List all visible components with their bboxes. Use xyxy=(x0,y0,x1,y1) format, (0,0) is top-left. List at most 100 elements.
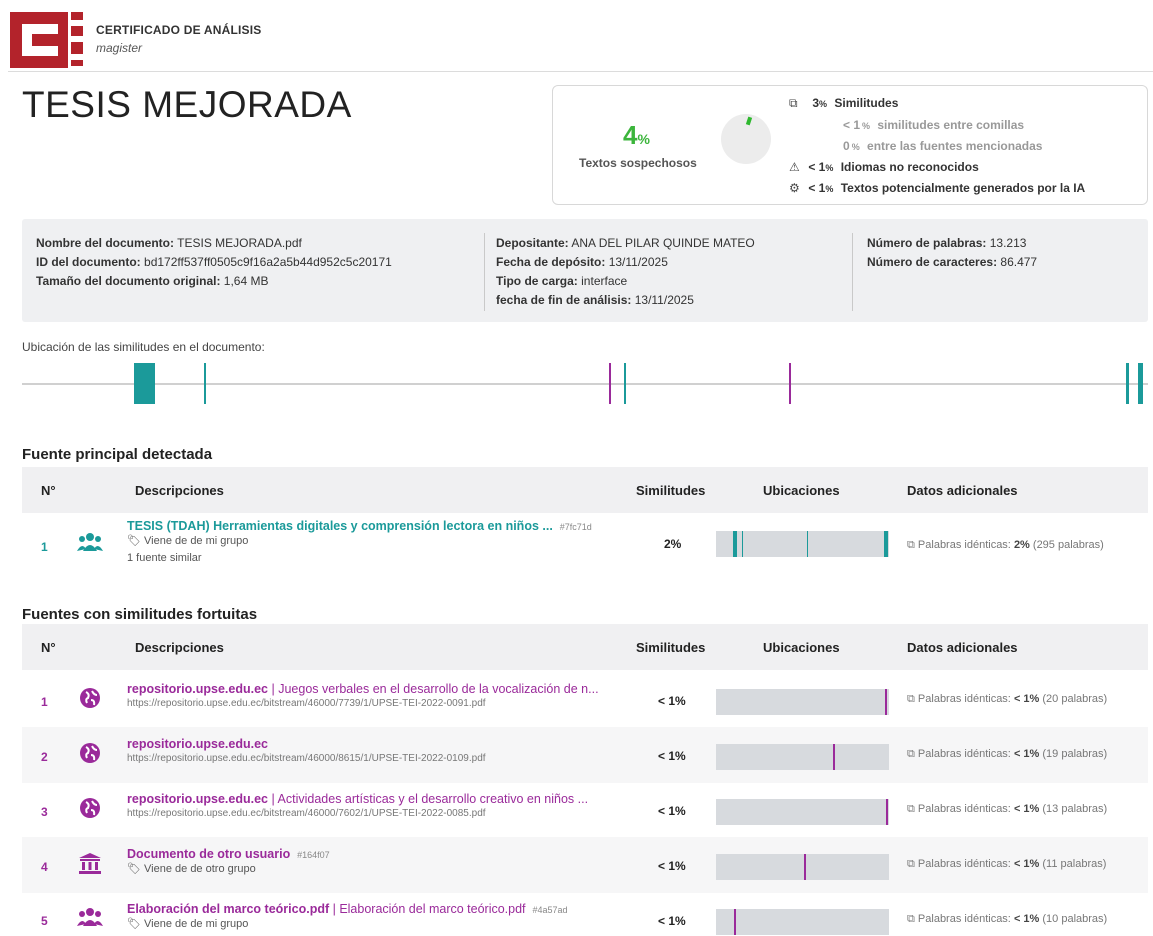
location-bar xyxy=(716,531,889,557)
summary-ia: ⚙ < 1% Textos potencialmente generados p… xyxy=(789,181,1086,195)
fortuitous-table-header: N° Descripciones Similitudes Ubicaciones… xyxy=(22,624,1148,670)
summary-idiomas: ⚠ < 1% Idiomas no reconocidos xyxy=(789,160,979,174)
col-desc: Descripciones xyxy=(135,640,224,655)
col-num: N° xyxy=(41,640,56,655)
summary-comillas: < 1% similitudes entre comillas xyxy=(843,118,1025,132)
bar-marker xyxy=(807,531,808,557)
language-warning-icon: ⚠ xyxy=(789,160,800,174)
fortuitous-sources-title: Fuentes con similitudes fortuitas xyxy=(22,606,258,623)
additional-data: ⧉ Palabras idénticas: < 1% (10 palabras) xyxy=(907,913,1108,925)
source-title-link[interactable]: repositorio.upse.edu.ec xyxy=(127,737,632,751)
info-column-deposit: Depositante: ANA DEL PILAR QUINDE MATEO … xyxy=(496,236,755,307)
bar-marker xyxy=(885,689,887,715)
location-bar xyxy=(716,854,889,880)
location-marker[interactable] xyxy=(624,363,626,404)
row-number: 4 xyxy=(41,860,48,874)
additional-data: ⧉ Palabras idénticas: < 1% (11 palabras) xyxy=(907,858,1107,870)
globe-icon xyxy=(80,743,100,763)
main-source-title: Fuente principal detectada xyxy=(22,446,213,463)
source-row[interactable]: 5 Elaboración del marco teórico.pdf | El… xyxy=(22,892,1148,936)
similarity-value: < 1% xyxy=(658,749,686,763)
info-divider xyxy=(852,233,853,311)
document-info-box: Nombre del documento: TESIS MEJORADA.pdf… xyxy=(22,219,1148,322)
source-title-link[interactable]: Elaboración del marco teórico.pdf | Elab… xyxy=(127,902,632,916)
institution-icon xyxy=(79,853,101,874)
col-num: N° xyxy=(41,483,56,498)
source-description: repositorio.upse.edu.ec https://reposito… xyxy=(127,737,632,764)
bar-marker xyxy=(884,531,888,557)
location-marker[interactable] xyxy=(1138,363,1143,404)
source-title-link[interactable]: TESIS (TDAH) Herramientas digitales y co… xyxy=(127,519,632,533)
certificate-subtitle: magister xyxy=(96,41,143,55)
bar-marker xyxy=(734,909,736,935)
source-description: Elaboración del marco teórico.pdf | Elab… xyxy=(127,902,632,930)
col-datos: Datos adicionales xyxy=(907,483,1018,498)
main-source-description: TESIS (TDAH) Herramientas digitales y co… xyxy=(127,519,632,564)
info-divider xyxy=(484,233,485,311)
col-desc: Descripciones xyxy=(135,483,224,498)
logo-net-mark xyxy=(71,10,83,68)
location-map-label: Ubicación de las similitudes en el docum… xyxy=(22,340,265,354)
location-marker[interactable] xyxy=(204,363,206,404)
similar-sources-link[interactable]: 1 fuente similar xyxy=(127,552,632,564)
location-marker[interactable] xyxy=(1126,363,1129,404)
col-ubic: Ubicaciones xyxy=(763,640,840,655)
globe-icon xyxy=(80,798,100,818)
main-source-table-header: N° Descripciones Similitudes Ubicaciones… xyxy=(22,467,1148,513)
source-title-link[interactable]: repositorio.upse.edu.ec | Juegos verbale… xyxy=(127,682,632,696)
summary-fuentes: 0% entre las fuentes mencionadas xyxy=(843,139,1043,153)
source-title-link[interactable]: Documento de otro usuario #164f07 xyxy=(127,847,632,861)
location-bar xyxy=(716,689,889,715)
source-description: repositorio.upse.edu.ec | Actividades ar… xyxy=(127,792,632,819)
additional-data: ⧉ Palabras idénticas: 2% (295 palabras) xyxy=(907,539,1104,551)
location-bar xyxy=(716,909,889,935)
source-url[interactable]: https://repositorio.upse.edu.ec/bitstrea… xyxy=(127,698,632,709)
info-column-document: Nombre del documento: TESIS MEJORADA.pdf… xyxy=(36,236,392,288)
additional-data: ⧉ Palabras idénticas: < 1% (20 palabras) xyxy=(907,693,1108,705)
summary-box: 4% Textos sospechosos ⧉ 3% Similitudes <… xyxy=(552,85,1148,205)
source-row[interactable]: 4 Documento de otro usuario #164f07 🏷︎ V… xyxy=(22,837,1148,893)
source-origin: 🏷︎ Viene de de mi grupo xyxy=(127,535,249,547)
col-sim: Similitudes xyxy=(636,640,706,655)
info-column-counts: Número de palabras: 13.213 Número de car… xyxy=(867,236,1038,269)
document-title: TESIS MEJORADA xyxy=(22,84,352,125)
location-marker[interactable] xyxy=(134,363,155,404)
main-source-row[interactable]: 1 TESIS (TDAH) Herramientas digitales y … xyxy=(22,515,1148,575)
similarity-value: < 1% xyxy=(658,694,686,708)
col-sim: Similitudes xyxy=(636,483,706,498)
source-url[interactable]: https://repositorio.upse.edu.ec/bitstrea… xyxy=(127,753,632,764)
source-url[interactable]: https://repositorio.upse.edu.ec/bitstrea… xyxy=(127,808,632,819)
similarity-value: < 1% xyxy=(658,914,686,928)
row-number: 1 xyxy=(41,540,48,554)
similarity-value: < 1% xyxy=(658,804,686,818)
ai-chip-icon: ⚙ xyxy=(789,181,800,195)
suspicious-label: Textos sospechosos xyxy=(579,156,697,170)
col-ubic: Ubicaciones xyxy=(763,483,840,498)
location-map-line xyxy=(22,383,1148,385)
source-row[interactable]: 3 repositorio.upse.edu.ec | Actividades … xyxy=(22,782,1148,838)
bar-marker xyxy=(886,799,888,825)
bar-marker xyxy=(733,531,737,557)
certificate-header: CERTIFICADO DE ANÁLISIS magister xyxy=(8,6,1153,72)
source-row[interactable]: 2 repositorio.upse.edu.ec https://reposi… xyxy=(22,727,1148,783)
suspicious-percent: 4% xyxy=(623,120,650,150)
copy-icon: ⧉ xyxy=(789,96,798,110)
source-origin: 🏷︎ Viene de de mi grupo xyxy=(127,918,249,930)
source-row[interactable]: 1 repositorio.upse.edu.ec | Juegos verba… xyxy=(22,672,1148,728)
source-origin: 🏷︎ Viene de de otro grupo xyxy=(127,863,256,875)
source-title-link[interactable]: repositorio.upse.edu.ec | Actividades ar… xyxy=(127,792,632,806)
compilatio-logo xyxy=(10,12,68,68)
group-users-icon xyxy=(77,908,103,926)
location-bar xyxy=(716,744,889,770)
summary-similitudes: ⧉ 3% Similitudes xyxy=(789,96,899,110)
location-marker[interactable] xyxy=(789,363,791,404)
similarity-value: < 1% xyxy=(658,859,686,873)
certificate-title: CERTIFICADO DE ANÁLISIS xyxy=(96,23,262,37)
bar-marker xyxy=(833,744,835,770)
globe-icon xyxy=(80,688,100,708)
group-users-icon xyxy=(77,533,103,551)
source-description: Documento de otro usuario #164f07 🏷︎ Vie… xyxy=(127,847,632,875)
bar-marker xyxy=(804,854,806,880)
additional-data: ⧉ Palabras idénticas: < 1% (13 palabras) xyxy=(907,803,1108,815)
location-marker[interactable] xyxy=(609,363,611,404)
